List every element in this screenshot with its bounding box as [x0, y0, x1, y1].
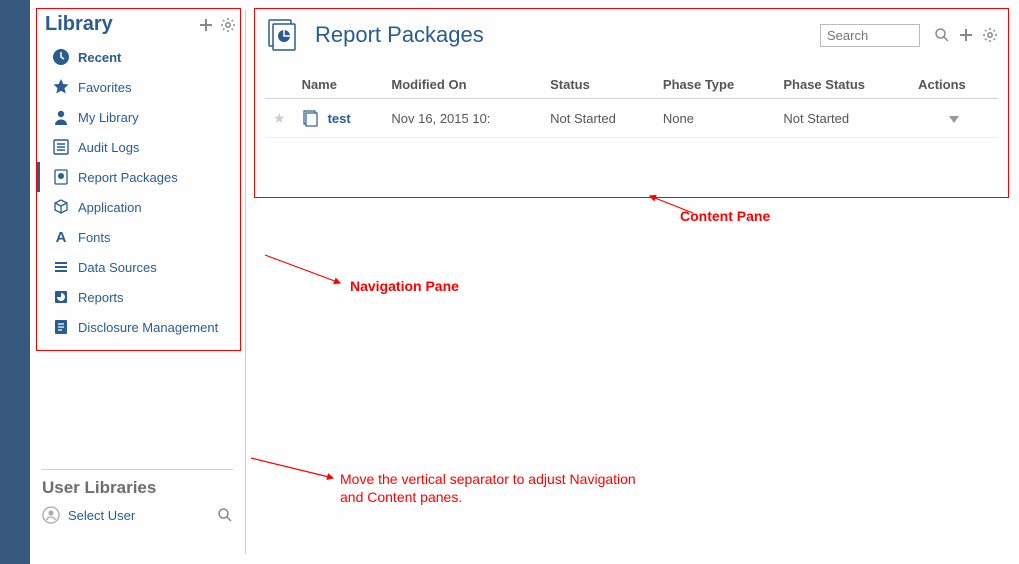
sidebar-item-recent[interactable]: Recent	[37, 42, 240, 72]
svg-text:A: A	[56, 229, 67, 246]
search-input[interactable]	[820, 24, 920, 47]
row-phase-type: None	[655, 99, 775, 138]
row-phase-status: Not Started	[775, 99, 910, 138]
person-icon	[52, 108, 70, 126]
sidebar-item-audit-logs[interactable]: Audit Logs	[37, 132, 240, 162]
report-icon	[52, 288, 70, 306]
report-package-icon	[52, 168, 70, 186]
col-phase-type[interactable]: Phase Type	[655, 71, 775, 99]
sidebar-item-label: Report Packages	[78, 170, 178, 185]
sidebar-item-label: Fonts	[78, 230, 111, 245]
sidebar-item-label: Favorites	[78, 80, 131, 95]
content-title: Report Packages	[315, 22, 484, 48]
user-libraries-title: User Libraries	[42, 478, 233, 498]
col-modified-on[interactable]: Modified On	[383, 71, 542, 99]
sidebar-item-application[interactable]: Application	[37, 192, 240, 222]
search-icon[interactable]	[934, 27, 950, 43]
row-modified-on: Nov 16, 2015 10:	[383, 99, 542, 138]
select-user-link[interactable]: Select User	[68, 508, 135, 523]
col-actions[interactable]: Actions	[910, 71, 998, 99]
datasource-icon	[52, 258, 70, 276]
sidebar-item-report-packages[interactable]: Report Packages	[37, 162, 240, 192]
sidebar-item-label: Disclosure Management	[78, 320, 218, 335]
disclosure-icon	[52, 318, 70, 336]
sidebar-item-favorites[interactable]: Favorites	[37, 72, 240, 102]
sidebar-item-label: Application	[78, 200, 142, 215]
user-icon	[42, 506, 60, 524]
row-name-link[interactable]: test	[328, 111, 351, 126]
sidebar-item-label: Data Sources	[78, 260, 157, 275]
report-packages-table: Name Modified On Status Phase Type Phase…	[265, 71, 998, 138]
table-row[interactable]: ★ test Nov 16, 2015 10: Not Started None…	[265, 99, 998, 138]
cube-icon	[52, 198, 70, 216]
sidebar-item-label: Recent	[78, 50, 121, 65]
content-pane: Report Packages Name Modified O	[246, 0, 1019, 564]
font-icon: A	[52, 228, 70, 246]
sidebar-item-label: Audit Logs	[78, 140, 139, 155]
add-icon[interactable]	[198, 17, 214, 33]
sidebar-item-label: Reports	[78, 290, 124, 305]
navigation-pane: Library Recent Fa	[30, 0, 245, 564]
report-packages-header-icon	[265, 17, 301, 53]
clock-icon	[52, 48, 70, 66]
gear-icon[interactable]	[982, 27, 998, 43]
sidebar-item-fonts[interactable]: A Fonts	[37, 222, 240, 252]
star-icon	[52, 78, 70, 96]
col-status[interactable]: Status	[542, 71, 655, 99]
add-icon[interactable]	[958, 27, 974, 43]
search-user-icon[interactable]	[217, 507, 233, 523]
col-phase-status[interactable]: Phase Status	[775, 71, 910, 99]
favorite-star-icon[interactable]: ★	[273, 110, 286, 126]
report-package-row-icon	[302, 109, 320, 127]
sidebar-item-disclosure-management[interactable]: Disclosure Management	[37, 312, 240, 342]
library-title: Library	[45, 13, 113, 36]
sidebar-item-reports[interactable]: Reports	[37, 282, 240, 312]
col-name[interactable]: Name	[294, 71, 384, 99]
sidebar-item-label: My Library	[78, 110, 139, 125]
list-icon	[52, 138, 70, 156]
global-nav-bar	[0, 0, 30, 564]
row-status: Not Started	[542, 99, 655, 138]
gear-icon[interactable]	[220, 17, 236, 33]
actions-dropdown-icon[interactable]	[949, 116, 959, 123]
sidebar-item-data-sources[interactable]: Data Sources	[37, 252, 240, 282]
sidebar-item-my-library[interactable]: My Library	[37, 102, 240, 132]
